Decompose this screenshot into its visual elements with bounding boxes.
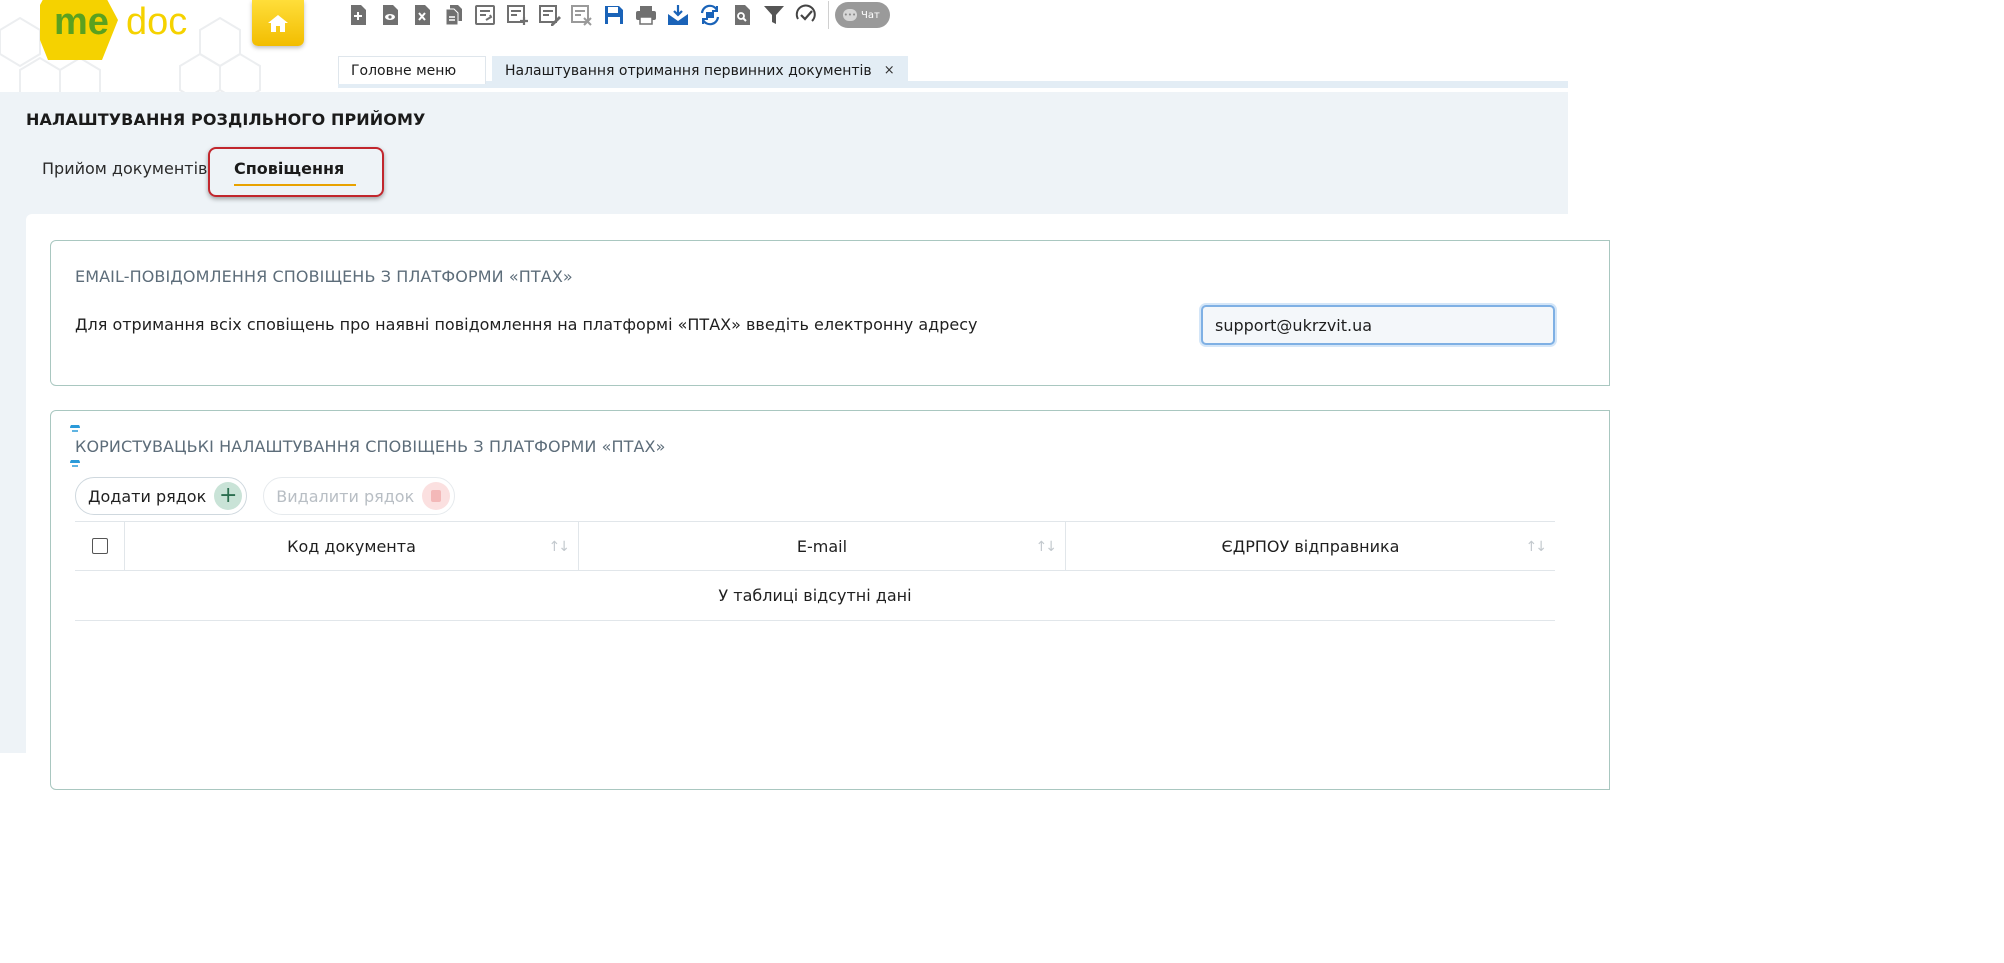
view-icon xyxy=(383,5,398,25)
home-icon xyxy=(268,15,288,32)
delete-button[interactable] xyxy=(406,1,438,29)
column-header-email[interactable]: E-mail ↑↓ xyxy=(579,522,1066,570)
logo-me-text: me xyxy=(54,1,109,43)
logo-doc-text: doc xyxy=(126,1,187,43)
email-field[interactable] xyxy=(1201,305,1555,345)
delete-row-label: Видалити рядок xyxy=(276,486,415,506)
home-button[interactable] xyxy=(252,0,304,46)
delete-row-button[interactable]: Видалити рядок xyxy=(263,477,456,515)
chat-icon: ••• xyxy=(843,9,857,21)
chat-button[interactable]: ••• Чат xyxy=(835,2,890,28)
empty-table-message: У таблиці відсутні дані xyxy=(75,571,1555,621)
remove-row-button[interactable] xyxy=(566,1,598,29)
add-row-button[interactable] xyxy=(502,1,534,29)
select-all-checkbox[interactable] xyxy=(91,538,108,554)
add-row-icon xyxy=(507,5,528,25)
resize-handle-icon[interactable] xyxy=(69,425,81,433)
search-icon xyxy=(735,5,750,25)
email-section-title: EMAIL-ПОВІДОМЛЕННЯ СПОВІЩЕНЬ З ПЛАТФОРМИ… xyxy=(75,267,573,286)
send-icon xyxy=(475,5,495,25)
table-header: Код документа ↑↓ E-mail ↑↓ ЄДРПОУ відпра… xyxy=(75,521,1555,571)
new-document-icon xyxy=(351,5,366,25)
column-header-doc-code-label: Код документа xyxy=(287,536,416,556)
save-icon xyxy=(605,6,623,24)
settings-panel: EMAIL-ПОВІДОМЛЕННЯ СПОВІЩЕНЬ З ПЛАТФОРМИ… xyxy=(26,214,1610,790)
column-header-sender-edrpou[interactable]: ЄДРПОУ відправника ↑↓ xyxy=(1066,522,1555,570)
save-button[interactable] xyxy=(598,1,630,29)
sync-button[interactable] xyxy=(694,1,726,29)
column-header-sender-edrpou-label: ЄДРПОУ відправника xyxy=(1221,536,1400,556)
edit-icon xyxy=(539,5,561,26)
content-area: НАЛАШТУВАННЯ РОЗДІЛЬНОГО ПРИЙОМУ Прийом … xyxy=(0,92,1610,790)
user-section-title: КОРИСТУВАЦЬКІ НАЛАШТУВАННЯ СПОВІЩЕНЬ З П… xyxy=(75,437,666,456)
view-button[interactable] xyxy=(374,1,406,29)
close-icon[interactable]: × xyxy=(884,63,895,78)
table-actions: Додати рядок + Видалити рядок xyxy=(75,477,456,515)
toolbar-separator xyxy=(828,1,829,29)
send-button[interactable] xyxy=(470,1,502,29)
sort-icon[interactable]: ↑↓ xyxy=(549,539,571,555)
select-all-cell xyxy=(75,522,125,570)
column-header-doc-code[interactable]: Код документа ↑↓ xyxy=(125,522,579,570)
tab-notifications[interactable]: Сповіщення xyxy=(224,148,384,188)
page-title: НАЛАШТУВАННЯ РОЗДІЛЬНОГО ПРИЙОМУ xyxy=(26,110,426,129)
check-icon xyxy=(795,4,816,22)
column-header-email-label: E-mail xyxy=(796,536,848,556)
tab-receiving-settings[interactable]: Налаштування отримання первинних докумен… xyxy=(492,56,908,84)
print-button[interactable] xyxy=(630,1,662,29)
user-notification-section: КОРИСТУВАЦЬКІ НАЛАШТУВАННЯ СПОВІЩЕНЬ З П… xyxy=(50,410,1610,790)
copy-icon xyxy=(445,5,462,26)
app-header: me doc ••• Чат Головне меню Налаштування… xyxy=(0,0,1568,92)
chat-label: Чат xyxy=(861,9,880,21)
tab-receiving-settings-label: Налаштування отримання первинних докумен… xyxy=(505,62,872,79)
email-notification-section: EMAIL-ПОВІДОМЛЕННЯ СПОВІЩЕНЬ З ПЛАТФОРМИ… xyxy=(50,240,1610,386)
check-button[interactable] xyxy=(790,1,822,29)
search-button[interactable] xyxy=(726,1,758,29)
resize-handle-icon[interactable] xyxy=(69,460,81,468)
remove-row-icon xyxy=(571,5,592,26)
active-tab-underline xyxy=(234,184,356,186)
tab-document-receiving[interactable]: Прийом документів xyxy=(42,148,207,188)
tab-document-receiving-label: Прийом документів xyxy=(42,158,208,178)
sync-icon xyxy=(700,4,720,26)
tab-main-menu[interactable]: Головне меню xyxy=(338,56,486,84)
new-document-button[interactable] xyxy=(342,1,374,29)
filter-icon xyxy=(764,6,784,24)
plus-icon: + xyxy=(214,482,243,510)
window-tabs: Головне меню Налаштування отримання перв… xyxy=(338,56,1568,92)
notifications-table: Код документа ↑↓ E-mail ↑↓ ЄДРПОУ відпра… xyxy=(75,521,1555,621)
filter-button[interactable] xyxy=(758,1,790,29)
email-section-description: Для отримання всіх сповіщень про наявні … xyxy=(75,315,978,334)
delete-icon xyxy=(415,5,430,25)
copy-button[interactable] xyxy=(438,1,470,29)
add-row-button[interactable]: Додати рядок + xyxy=(75,477,248,515)
tab-main-menu-label: Головне меню xyxy=(351,62,457,79)
sort-icon[interactable]: ↑↓ xyxy=(1036,539,1058,555)
edit-button[interactable] xyxy=(534,1,566,29)
add-row-label: Додати рядок xyxy=(88,486,207,506)
toolbar: ••• Чат xyxy=(342,0,890,30)
trash-icon xyxy=(422,482,451,510)
print-icon xyxy=(636,6,656,25)
tab-notifications-label: Сповіщення xyxy=(234,158,345,178)
receive-icon xyxy=(668,5,688,25)
sort-icon[interactable]: ↑↓ xyxy=(1526,539,1548,555)
receive-button[interactable] xyxy=(662,1,694,29)
medoc-logo: me doc xyxy=(32,0,210,66)
